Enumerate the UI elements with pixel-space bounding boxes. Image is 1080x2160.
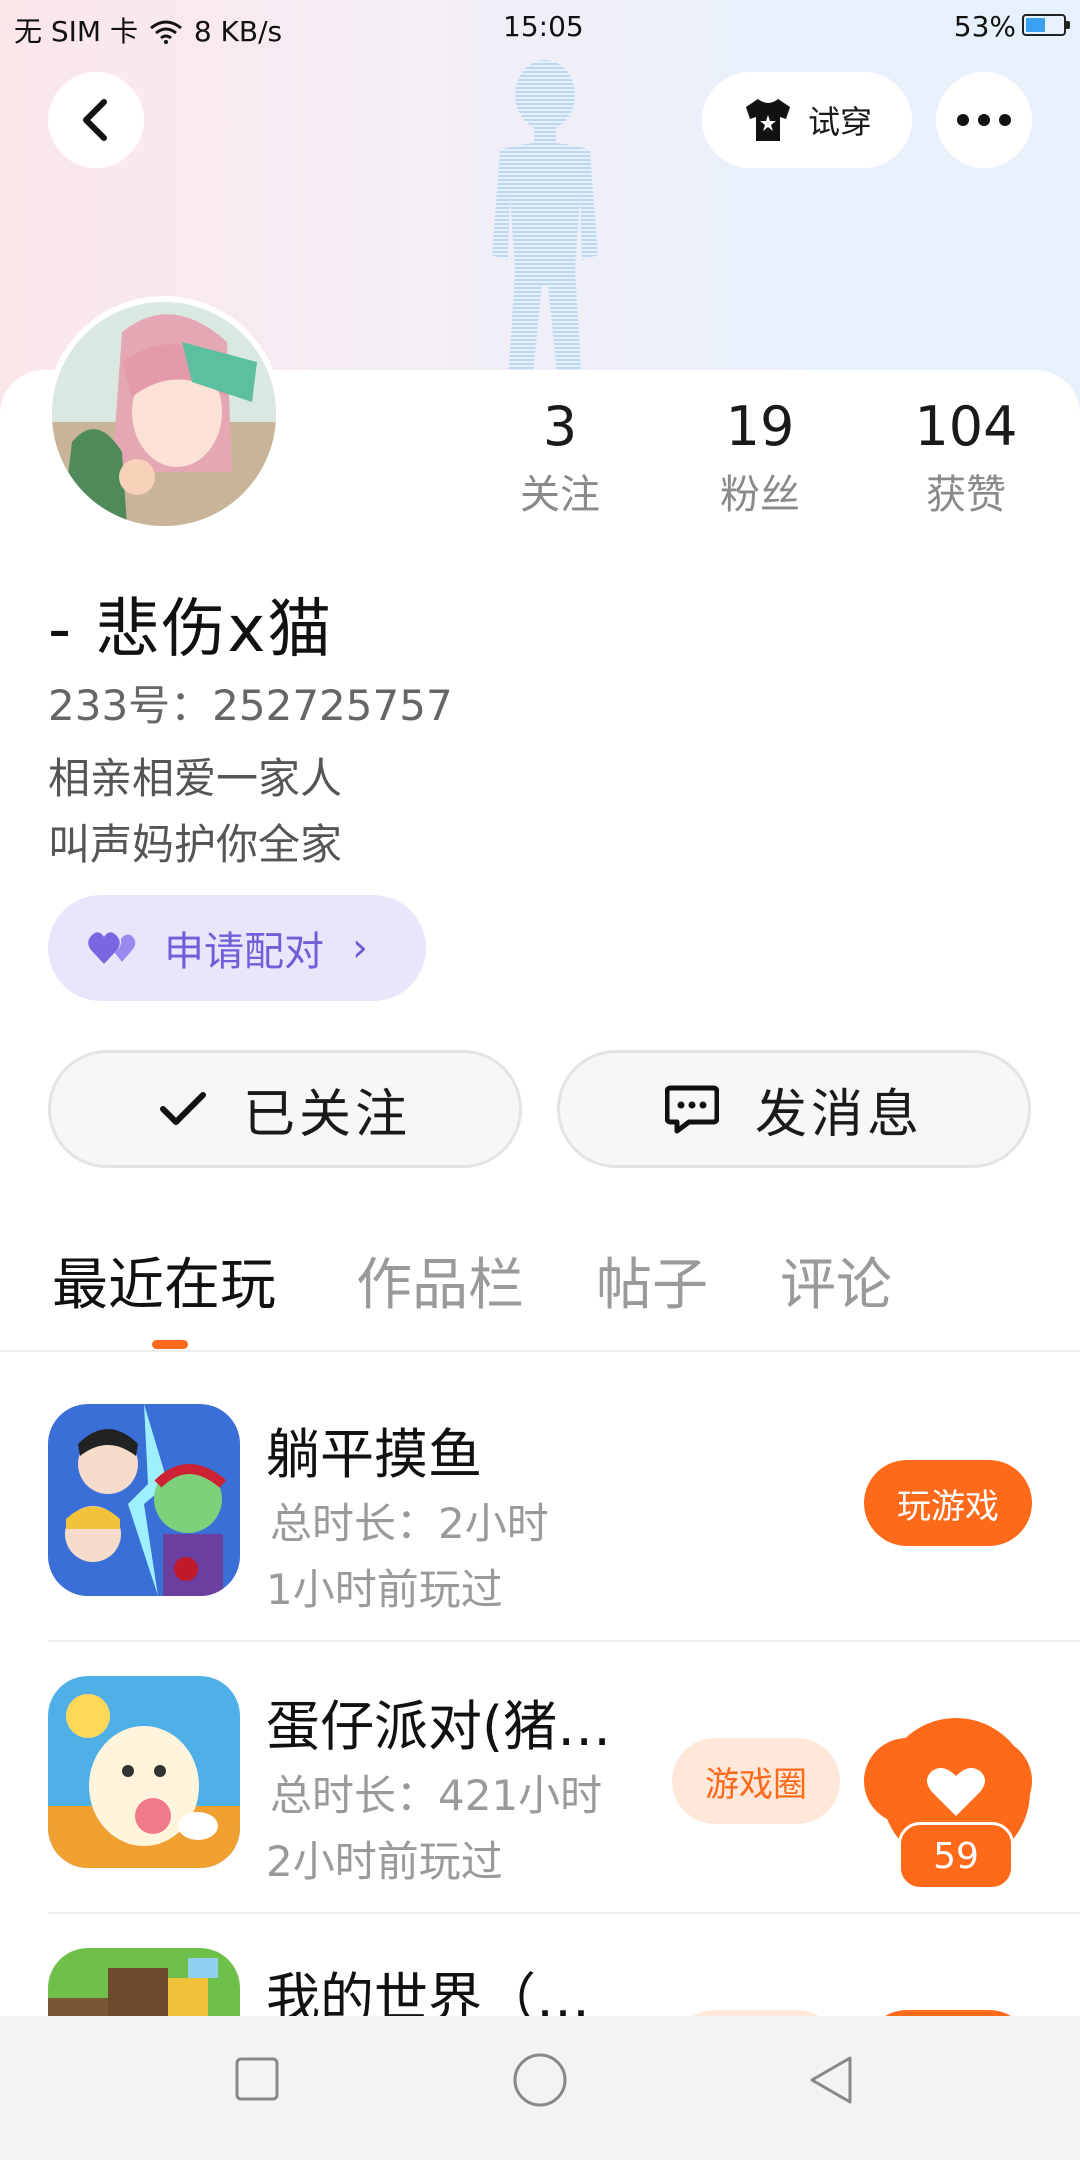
double-heart-icon: [88, 932, 136, 964]
try-on-button[interactable]: 试穿: [702, 72, 912, 168]
try-on-label: 试穿: [807, 103, 872, 141]
tab-indicator: [152, 1340, 188, 1349]
stat-value: 104: [914, 395, 1018, 458]
send-message-button[interactable]: 发消息: [557, 1050, 1031, 1168]
chevron-left-icon: [83, 99, 107, 141]
game-circle-button[interactable]: 游戏圈: [672, 1738, 840, 1824]
more-button[interactable]: [936, 72, 1032, 168]
stat-followers[interactable]: 19 粉丝: [670, 395, 850, 525]
play-game-button[interactable]: 玩游戏: [864, 1460, 1032, 1546]
bio-line: 叫声妈护你全家: [48, 820, 343, 869]
profile-tabs: 最近在玩 作品栏 帖子 评论: [0, 1240, 1080, 1350]
game-last-played: 2小时前玩过: [266, 1837, 503, 1886]
game-title: 蛋仔派对(猪…: [266, 1695, 612, 1758]
stat-value: 19: [725, 395, 795, 458]
chevron-right-icon: ›: [352, 925, 368, 971]
home-icon[interactable]: [512, 2052, 568, 2108]
followed-button[interactable]: 已关注: [48, 1050, 522, 1168]
system-nav-bar: [0, 2016, 1080, 2160]
wifi-icon: [149, 20, 182, 44]
network-speed: 8 KB/s: [193, 15, 283, 48]
carrier-text: 无 SIM 卡: [14, 15, 138, 48]
profile-bio: 相亲相爱一家人 叫声妈护你全家: [48, 746, 342, 878]
battery-tip: [1066, 21, 1070, 29]
back-button[interactable]: [48, 72, 144, 168]
tab-works[interactable]: 作品栏: [356, 1240, 524, 1321]
battery-percent: 53%: [953, 10, 1016, 43]
profile-screen: 无 SIM 卡 8 KB/s 15:05 53% 试穿 3 关注 19 粉丝 1…: [0, 0, 1080, 2160]
game-last-played: 1小时前玩过: [266, 1565, 503, 1614]
stat-likes[interactable]: 104 获赞: [876, 395, 1056, 525]
pair-request-label: 申请配对: [164, 929, 324, 975]
stat-label: 获赞: [926, 472, 1006, 518]
tabs-divider: [0, 1350, 1080, 1352]
profile-name: - 悲伤x猫: [48, 593, 334, 667]
avatar[interactable]: [46, 296, 282, 532]
chat-bubble-icon: [664, 1085, 719, 1134]
back-nav-icon[interactable]: [806, 2054, 856, 2106]
game-icon: [48, 1404, 240, 1596]
game-duration: 总时长：421小时: [270, 1771, 603, 1820]
status-left: 无 SIM 卡 8 KB/s: [14, 10, 282, 50]
tshirt-icon: [745, 99, 790, 141]
recent-apps-icon[interactable]: [234, 2056, 280, 2102]
stat-value: 3: [542, 395, 578, 458]
battery-fill: [1026, 18, 1046, 32]
more-dots-icon: [957, 114, 1011, 126]
stat-following[interactable]: 3 关注: [470, 395, 650, 525]
clock: 15:05: [503, 10, 584, 43]
stat-label: 关注: [520, 472, 600, 518]
tab-comments[interactable]: 评论: [780, 1240, 892, 1321]
like-float-button[interactable]: 59: [882, 1718, 1030, 1896]
avatar-figure-icon: [492, 60, 598, 385]
bio-line: 相亲相爱一家人: [48, 754, 343, 803]
stat-label: 粉丝: [720, 472, 800, 518]
status-bar: 无 SIM 卡 8 KB/s 15:05 53%: [0, 0, 1080, 52]
profile-uid[interactable]: 233号：252725757: [48, 672, 453, 733]
heart-icon: [927, 1767, 985, 1816]
send-message-label: 发消息: [754, 1084, 923, 1145]
battery-icon: [1022, 14, 1070, 36]
tab-posts[interactable]: 帖子: [596, 1240, 708, 1321]
check-icon: [159, 1092, 206, 1125]
followed-label: 已关注: [242, 1084, 411, 1145]
game-list-item[interactable]: 躺平摸鱼 总时长：2小时 1小时前玩过 玩游戏: [0, 1370, 1080, 1642]
pair-request-button[interactable]: 申请配对 ›: [48, 895, 426, 1001]
game-duration: 总时长：2小时: [270, 1499, 549, 1548]
like-count: 59: [898, 1822, 1014, 1890]
avatar-image: [52, 302, 276, 526]
tab-recent-games[interactable]: 最近在玩: [52, 1240, 276, 1321]
game-icon: [48, 1676, 240, 1868]
game-title: 躺平摸鱼: [266, 1423, 482, 1486]
